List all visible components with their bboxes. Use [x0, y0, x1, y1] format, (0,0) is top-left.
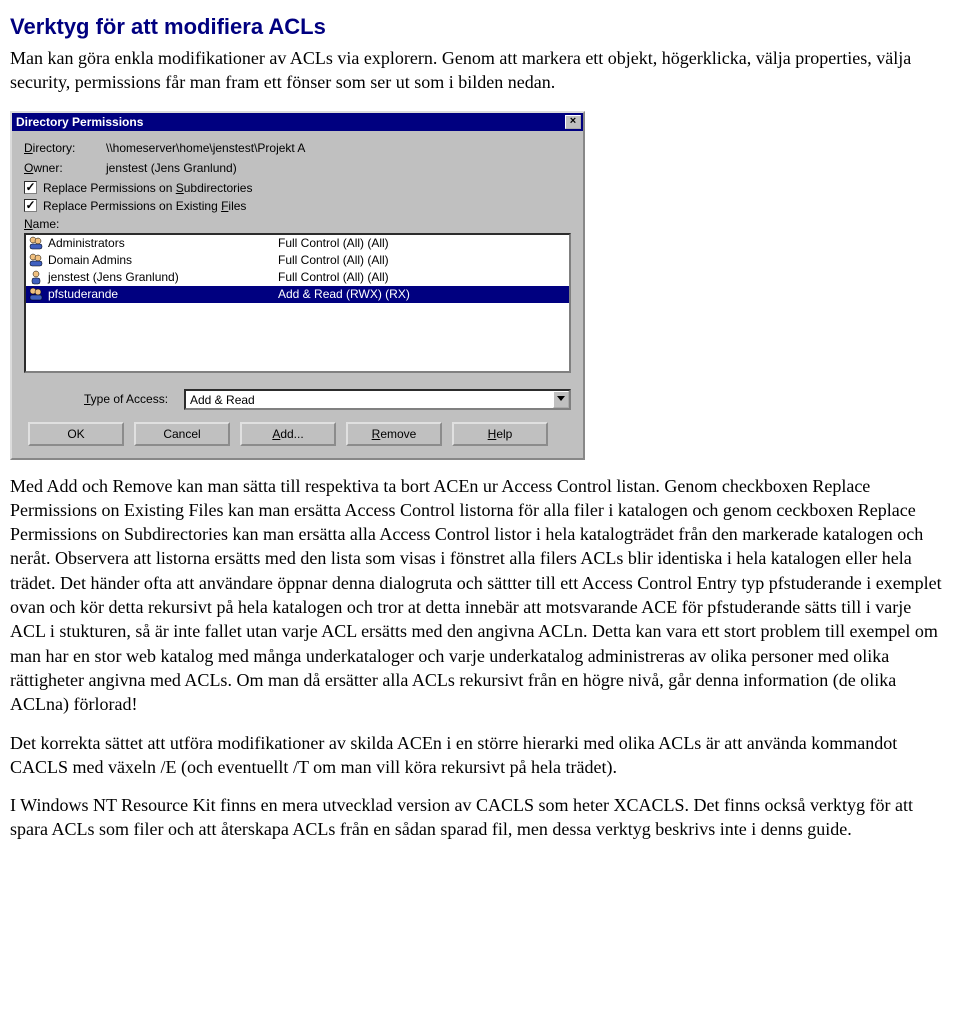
checkbox-icon: [24, 181, 37, 194]
dialog-screenshot: Directory Permissions × Directory: \\hom…: [10, 111, 585, 460]
titlebar: Directory Permissions ×: [12, 113, 583, 131]
permissions-listbox[interactable]: AdministratorsFull Control (All) (All)Do…: [24, 233, 571, 373]
name-label: Name:: [24, 217, 571, 231]
cancel-button[interactable]: Cancel: [134, 422, 230, 446]
directory-permissions-dialog: Directory Permissions × Directory: \\hom…: [10, 111, 585, 460]
owner-value: jenstest (Jens Granlund): [106, 161, 237, 175]
ok-button[interactable]: OK: [28, 422, 124, 446]
remove-button[interactable]: Remove: [346, 422, 442, 446]
list-item-permission: Full Control (All) (All): [278, 236, 569, 250]
body-paragraph-3: I Windows NT Resource Kit finns en mera …: [10, 793, 950, 842]
directory-label: Directory:: [24, 141, 104, 155]
body-paragraph-2: Det korrekta sättet att utföra modifikat…: [10, 731, 950, 780]
group-icon: [28, 235, 44, 251]
body-paragraph-1: Med Add och Remove kan man sätta till re…: [10, 474, 950, 717]
list-item[interactable]: Domain AdminsFull Control (All) (All): [26, 252, 569, 269]
list-item-permission: Add & Read (RWX) (RX): [278, 287, 569, 301]
list-item-permission: Full Control (All) (All): [278, 253, 569, 267]
list-item-name: jenstest (Jens Granlund): [48, 270, 278, 284]
group-icon: [28, 286, 44, 302]
dropdown-value: Add & Read: [186, 391, 553, 408]
close-icon[interactable]: ×: [565, 115, 581, 129]
list-item-name: Domain Admins: [48, 253, 278, 267]
list-item[interactable]: pfstuderandeAdd & Read (RWX) (RX): [26, 286, 569, 303]
replace-subdirs-checkbox[interactable]: Replace Permissions on Subdirectories: [24, 181, 571, 195]
checkbox-icon: [24, 199, 37, 212]
replace-files-checkbox[interactable]: Replace Permissions on Existing Files: [24, 199, 571, 213]
type-of-access-dropdown[interactable]: Add & Read: [184, 389, 571, 410]
group-icon: [28, 252, 44, 268]
user-icon: [28, 269, 44, 285]
help-button[interactable]: Help: [452, 422, 548, 446]
chevron-down-icon: [553, 391, 569, 408]
directory-value: \\homeserver\home\jenstest\Projekt A: [106, 141, 305, 155]
owner-label: Owner:: [24, 161, 104, 175]
add-button[interactable]: Add...: [240, 422, 336, 446]
list-item-name: pfstuderande: [48, 287, 278, 301]
list-item[interactable]: AdministratorsFull Control (All) (All): [26, 235, 569, 252]
intro-text: Man kan göra enkla modifikationer av ACL…: [10, 46, 950, 95]
page-title: Verktyg för att modifiera ACLs: [10, 14, 950, 40]
list-item-permission: Full Control (All) (All): [278, 270, 569, 284]
list-item-name: Administrators: [48, 236, 278, 250]
type-of-access-label: Type of Access:: [24, 392, 184, 406]
list-item[interactable]: jenstest (Jens Granlund)Full Control (Al…: [26, 269, 569, 286]
dialog-title: Directory Permissions: [16, 115, 565, 129]
